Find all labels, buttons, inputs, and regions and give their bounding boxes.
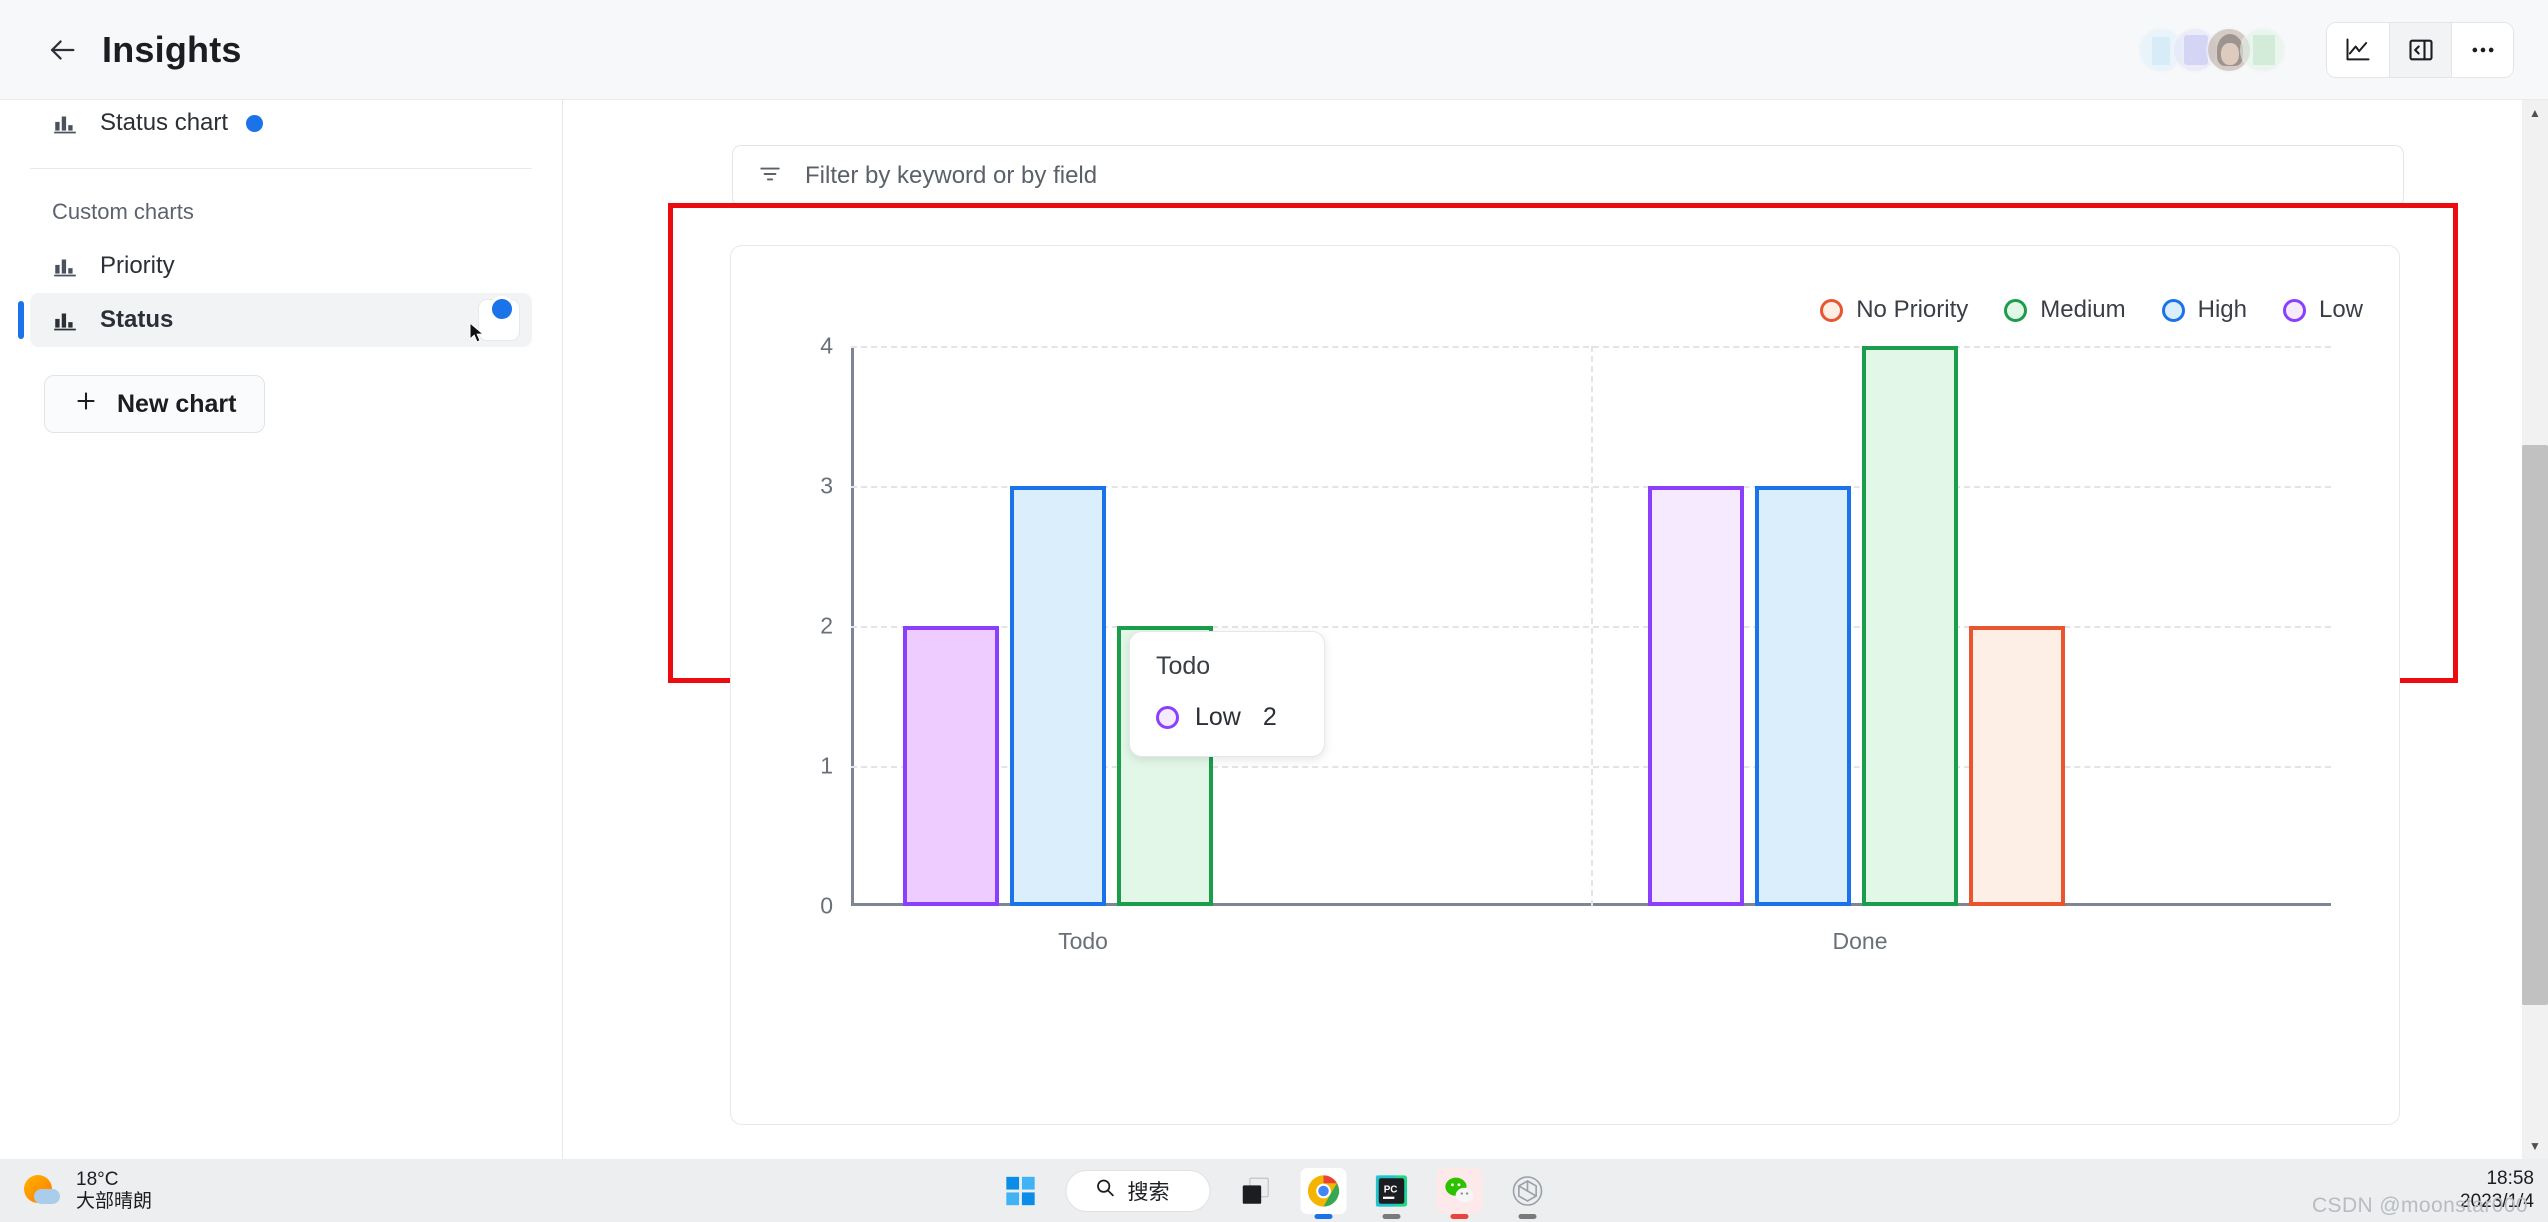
sun-cloud-icon [24, 1173, 60, 1209]
plot-area: 4 3 2 1 0 Todo Done Todo Low 2 [820, 333, 2331, 954]
taskbar-search-label: 搜索 [1127, 1180, 1170, 1204]
main-content: Filter by keyword or by field No Priorit… [564, 100, 2548, 1159]
taskbar-apps: 搜索 PC [998, 1167, 1551, 1219]
legend-swatch [2161, 298, 2185, 322]
ellipsis-icon[interactable] [2451, 22, 2513, 77]
legend-label: Low [2318, 296, 2363, 323]
scrollbar-thumb[interactable] [2522, 445, 2548, 1005]
bar-chart-icon [52, 253, 78, 279]
browser-scrollbar[interactable]: ▲ ▼ [2522, 100, 2548, 1159]
sidebar-section-label: Custom charts [52, 199, 194, 224]
y-tick-label: 1 [820, 752, 833, 779]
bar-todo-low[interactable] [903, 626, 999, 906]
sidebar-item-label: Priority [100, 252, 175, 279]
legend-label: High [2197, 296, 2247, 323]
legend-item-no-priority[interactable]: No Priority [1820, 296, 1968, 324]
chart-card: No Priority Medium High Low 4 3 2 1 0 To… [730, 245, 2400, 1125]
app-running-indicator [1382, 1213, 1401, 1219]
chrome-icon[interactable] [1300, 1167, 1347, 1219]
legend-swatch [2004, 298, 2028, 322]
filter-input[interactable]: Filter by keyword or by field [732, 145, 2404, 207]
wechat-icon[interactable] [1436, 1167, 1483, 1219]
sidebar-item-more-button[interactable] [469, 296, 520, 343]
chatgpt-icon[interactable] [1505, 1168, 1551, 1219]
arrow-left-icon[interactable] [44, 32, 80, 68]
taskbar-search-button[interactable]: 搜索 [1065, 1169, 1211, 1212]
scroll-down-arrow-icon[interactable]: ▼ [2522, 1133, 2548, 1159]
bar-done-no-priority[interactable] [1969, 626, 2065, 906]
y-tick-label: 4 [820, 332, 833, 359]
sidebar: Status chart Custom charts Priority Stat… [0, 100, 563, 1159]
scroll-up-arrow-icon[interactable]: ▲ [2522, 100, 2548, 126]
task-view-icon[interactable] [1233, 1168, 1279, 1214]
sidebar-divider [30, 168, 532, 169]
bar-chart-icon [52, 110, 78, 136]
bar-done-low[interactable] [1648, 486, 1744, 906]
legend-label: No Priority [1856, 296, 1969, 323]
filter-icon [757, 161, 783, 192]
sidebar-item-status[interactable]: Status [18, 293, 532, 347]
app-header: Insights [0, 0, 2548, 100]
y-tick-label: 0 [820, 892, 833, 919]
status-bar-chart: No Priority Medium High Low 4 3 2 1 0 To… [731, 246, 2401, 1126]
weather-description: 大部晴朗 [76, 1190, 153, 1212]
y-tick-label: 2 [820, 612, 833, 639]
avatar [2240, 26, 2286, 73]
app-running-indicator [1450, 1213, 1469, 1219]
taskbar-weather-widget[interactable]: 18°C 大部晴朗 [24, 1169, 152, 1213]
legend-item-medium[interactable]: Medium [2004, 296, 2126, 324]
chart-legend: No Priority Medium High Low [1820, 296, 2363, 324]
tooltip-title: Todo [1156, 652, 1211, 680]
notification-dot [246, 114, 264, 132]
sidebar-panel-icon[interactable] [2389, 22, 2451, 77]
search-icon [1095, 1177, 1116, 1204]
filter-placeholder: Filter by keyword or by field [805, 162, 1098, 189]
mouse-cursor [469, 321, 489, 351]
header-actions [2138, 21, 2514, 78]
legend-swatch [1820, 298, 1844, 322]
legend-item-high[interactable]: High [2161, 296, 2247, 324]
weather-text: 18°C 大部晴朗 [76, 1169, 152, 1213]
tooltip-label: Low [1195, 703, 1241, 731]
plus-icon [73, 388, 99, 421]
windows-icon[interactable] [998, 1168, 1044, 1214]
tooltip-value: 2 [1262, 703, 1277, 731]
bar-todo-high[interactable] [1010, 486, 1106, 906]
legend-label: Medium [2040, 296, 2126, 323]
tooltip-swatch [1156, 706, 1179, 729]
bar-done-high[interactable] [1755, 486, 1851, 906]
avatar-group[interactable] [2138, 26, 2286, 73]
chart-tooltip: Todo Low 2 [1129, 631, 1325, 757]
clock-time: 18:58 [2486, 1167, 2534, 1189]
app-running-indicator [1314, 1213, 1333, 1219]
notification-dot [489, 296, 515, 322]
header-button-group [2326, 21, 2514, 78]
pycharm-icon[interactable]: PC [1369, 1168, 1415, 1219]
weather-temperature: 18°C [76, 1168, 119, 1190]
sidebar-item-status-chart[interactable]: Status chart [30, 96, 532, 150]
new-chart-label: New chart [117, 389, 237, 418]
line-chart-icon[interactable] [2327, 22, 2389, 77]
legend-item-low[interactable]: Low [2282, 296, 2363, 324]
app-window: Insights Status chart Custom charts Prio… [0, 0, 2548, 1159]
clock-date: 2023/1/4 [2460, 1190, 2534, 1212]
svg-text:PC: PC [1384, 1184, 1398, 1195]
bar-done-medium[interactable] [1862, 346, 1958, 906]
bar-chart-icon [52, 307, 78, 333]
tooltip-row: Low 2 [1156, 703, 1298, 732]
sidebar-item-priority[interactable]: Priority [30, 239, 532, 293]
y-tick-label: 3 [820, 472, 833, 499]
gridline [851, 346, 2331, 348]
x-tick-label-done: Done [1832, 928, 1888, 954]
legend-swatch [2282, 298, 2306, 322]
page-title: Insights [102, 28, 242, 70]
x-tick-label-todo: Todo [1058, 928, 1108, 954]
sidebar-item-label: Status chart [100, 109, 229, 136]
app-running-indicator [1518, 1213, 1537, 1219]
taskbar-clock[interactable]: 18:58 2023/1/4 [2460, 1168, 2534, 1214]
windows-taskbar: 18°C 大部晴朗 搜索 PC 18:58 2023/1/4 [0, 1159, 2548, 1222]
sidebar-item-label: Status [100, 306, 174, 333]
new-chart-button[interactable]: New chart [44, 375, 266, 433]
